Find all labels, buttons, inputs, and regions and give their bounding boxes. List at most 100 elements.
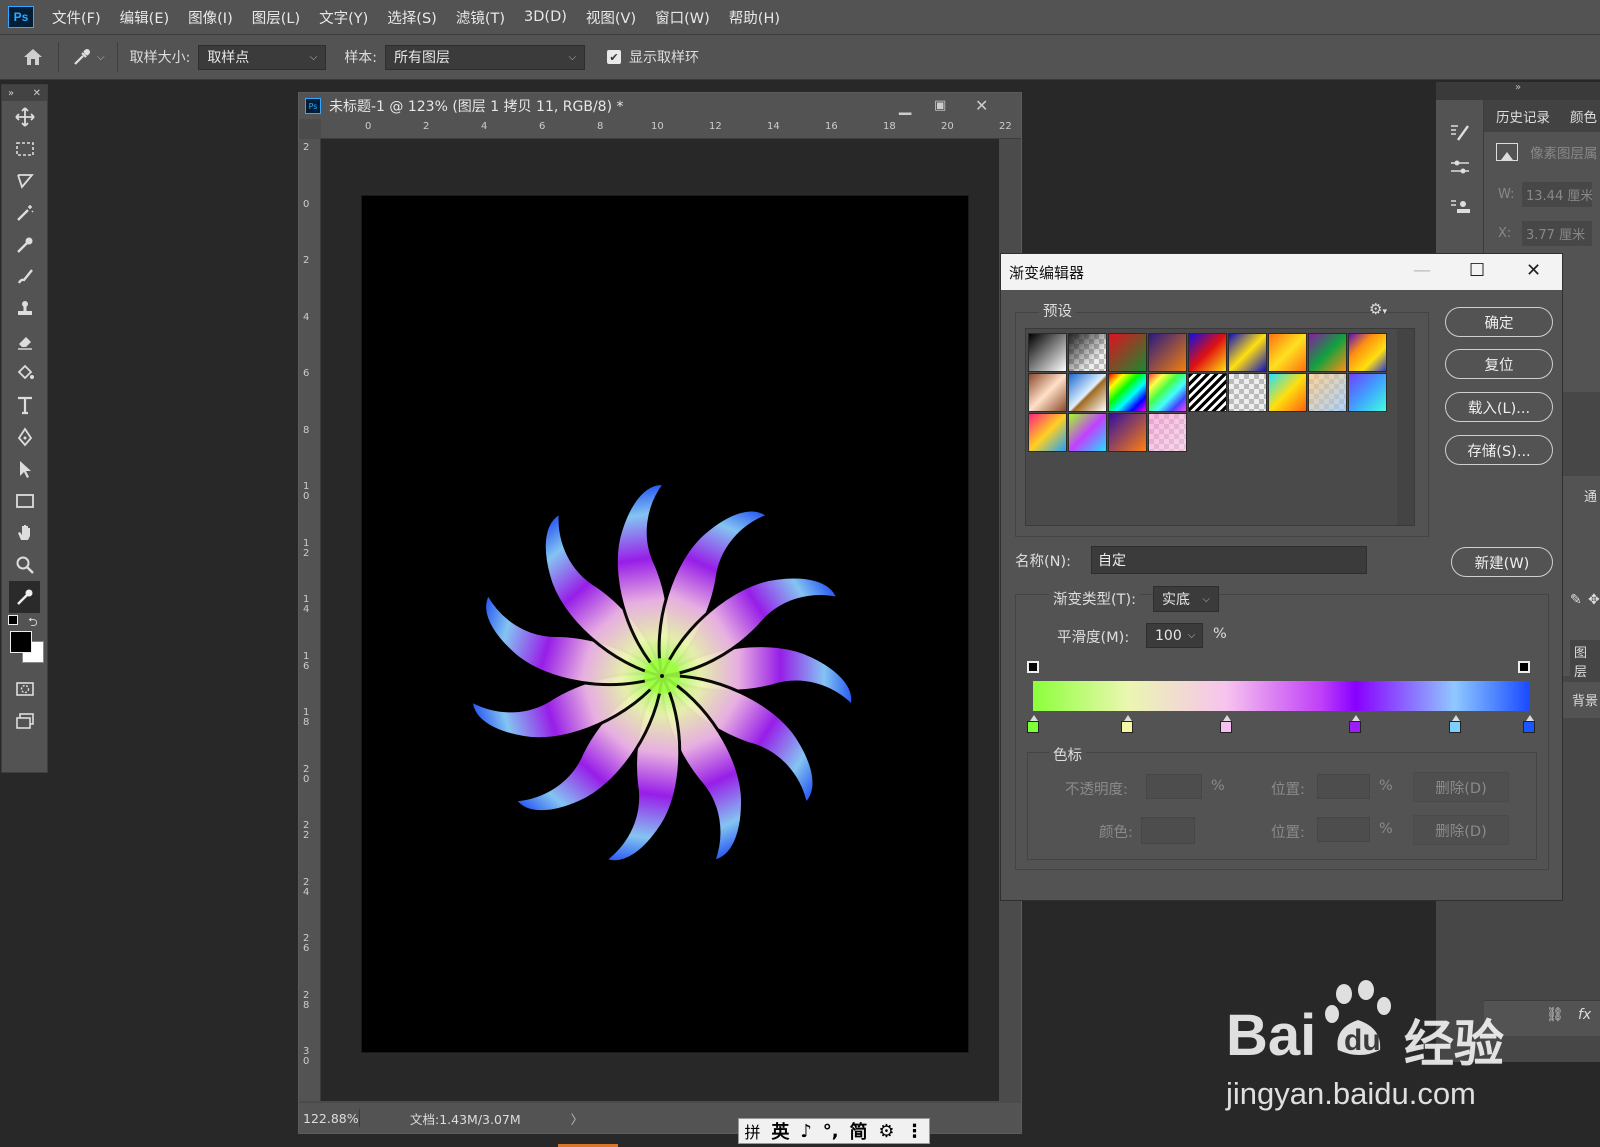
move-tool[interactable] [2, 101, 47, 133]
preset-purple-orange[interactable] [1108, 413, 1147, 452]
close-icon[interactable]: ✕ [975, 96, 988, 115]
preset-pink-checker[interactable] [1148, 413, 1187, 452]
paint-bucket-tool[interactable] [2, 357, 47, 389]
eraser-tool[interactable] [2, 325, 47, 357]
menu-layer[interactable]: 图层(L) [252, 7, 300, 28]
hand-tool[interactable] [2, 517, 47, 549]
brush-icon[interactable]: ✎ [1570, 592, 1582, 608]
x-field[interactable]: 3.77 厘米 [1522, 221, 1592, 246]
color-stop[interactable] [1027, 715, 1039, 733]
eyedropper-tool-active[interactable] [9, 581, 40, 613]
tab-layers[interactable]: 图层 [1570, 640, 1600, 682]
pen-tool[interactable] [2, 421, 47, 453]
panel-collapse-bar[interactable]: » [1436, 82, 1600, 100]
preset-yellow-violet-orange-blue[interactable] [1348, 333, 1387, 372]
color-stop[interactable] [1349, 715, 1362, 733]
close-icon[interactable]: ✕ [1526, 260, 1541, 281]
menu-type[interactable]: 文字(Y) [319, 7, 368, 28]
gear-icon[interactable]: ⚙▾ [1369, 300, 1387, 318]
preset-orange-yellow-orange[interactable] [1268, 333, 1307, 372]
ime-simplified[interactable]: 简 [850, 1118, 868, 1144]
path-select-tool[interactable] [2, 453, 47, 485]
name-field[interactable]: 自定 [1091, 546, 1367, 574]
save-button[interactable]: 存储(S)... [1445, 435, 1553, 465]
status-menu-arrow[interactable]: 〉 [571, 1109, 584, 1128]
brush-tool[interactable] [2, 261, 47, 293]
preset-green-violet[interactable] [1068, 413, 1107, 452]
ime-pinyin[interactable]: 拼 [744, 1119, 760, 1143]
menu-edit[interactable]: 编辑(E) [120, 7, 169, 28]
close-icon[interactable]: ✕ [33, 88, 41, 99]
default-colors-icon[interactable] [8, 615, 18, 625]
move-icon[interactable]: ✥ [1588, 592, 1600, 608]
menu-file[interactable]: 文件(F) [52, 7, 101, 28]
menu-3d[interactable]: 3D(D) [524, 9, 567, 25]
presets-scrollbar[interactable] [1397, 329, 1414, 525]
type-tool[interactable] [2, 389, 47, 421]
menu-filter[interactable]: 滤镜(T) [456, 7, 505, 28]
tab-history[interactable]: 历史记录 [1484, 106, 1550, 126]
menu-view[interactable]: 视图(V) [586, 7, 636, 28]
preset-transparent-stripes[interactable] [1188, 373, 1227, 412]
menu-help[interactable]: 帮助(H) [729, 7, 780, 28]
preset-red-green[interactable] [1108, 333, 1147, 372]
preset-blue-violet-cyan[interactable] [1348, 373, 1387, 412]
magic-wand-tool[interactable] [2, 197, 47, 229]
preset-blue-red-yellow[interactable] [1188, 333, 1227, 372]
marquee-tool[interactable] [2, 133, 47, 165]
restore-icon[interactable]: ▣ [934, 98, 946, 113]
preset-copper[interactable] [1028, 373, 1067, 412]
rectangle-tool[interactable] [2, 485, 47, 517]
preset-blue-yellow-blue[interactable] [1228, 333, 1267, 372]
history-brush-icon[interactable] [1448, 120, 1472, 144]
preset-black-white[interactable] [1028, 333, 1067, 372]
menu-window[interactable]: 窗口(W) [655, 7, 710, 28]
home-icon[interactable] [22, 45, 46, 69]
gradient-type-select[interactable]: 实底 ⌵ [1153, 586, 1219, 612]
stamp-tool[interactable] [2, 293, 47, 325]
tab-channels[interactable]: 通 [1584, 486, 1597, 505]
zoom-level[interactable]: 122.88% [299, 1111, 359, 1126]
menu-select[interactable]: 选择(S) [387, 7, 437, 28]
link-icon[interactable]: ⛓ [1546, 1007, 1564, 1023]
ime-english[interactable]: 英 [771, 1118, 789, 1144]
opacity-stop-right[interactable] [1518, 661, 1530, 673]
ime-moon-icon[interactable]: ♪ [800, 1121, 812, 1142]
color-stop[interactable] [1220, 715, 1233, 733]
load-button[interactable]: 载入(L)... [1445, 392, 1553, 422]
foreground-color-swatch[interactable] [10, 631, 32, 653]
lasso-tool[interactable] [2, 165, 47, 197]
menu-image[interactable]: 图像(I) [188, 7, 233, 28]
minimize-icon[interactable]: ▁ [899, 96, 911, 115]
preset-cyan-yellow[interactable] [1268, 373, 1307, 412]
preset-violet-green-orange[interactable] [1308, 333, 1347, 372]
minimize-icon[interactable]: — [1413, 260, 1431, 281]
preset-transparent-rainbow[interactable] [1148, 373, 1187, 412]
preset-violet-orange[interactable] [1148, 333, 1187, 372]
opacity-stop-left[interactable] [1027, 661, 1039, 673]
color-stop[interactable] [1121, 715, 1134, 733]
show-sampling-ring-checkbox[interactable]: ✔ [607, 50, 622, 64]
adjustments-icon[interactable] [1448, 156, 1472, 180]
gradient-preview-bar[interactable] [1033, 681, 1529, 711]
stamp-presets-icon[interactable] [1448, 196, 1472, 220]
sample-select[interactable]: 所有图层 ⌵ [385, 44, 586, 70]
preset-pink-yellow-blue[interactable] [1028, 413, 1067, 452]
document-tab[interactable]: Ps 未标题-1 @ 123% (图层 1 拷贝 11, RGB/8) * ▁ … [299, 93, 1021, 119]
ok-button[interactable]: 确定 [1445, 307, 1553, 337]
quick-mask-tool[interactable] [2, 673, 47, 705]
tab-color[interactable]: 颜色 [1550, 106, 1597, 126]
image-canvas[interactable] [361, 195, 969, 1053]
preset-spectrum[interactable] [1108, 373, 1147, 412]
collapse-icon[interactable]: » [8, 88, 14, 99]
smoothness-field[interactable]: 100 ⌵ [1146, 623, 1203, 648]
eyedropper-preset-icon[interactable]: ⌵ [71, 46, 105, 68]
width-field[interactable]: 13.44 厘米 [1522, 182, 1592, 207]
preset-black-transparent[interactable] [1068, 333, 1107, 372]
color-stop[interactable] [1523, 715, 1535, 733]
eyedropper-fx-tool[interactable] [2, 229, 47, 261]
ime-punctuation[interactable]: °, [823, 1121, 839, 1142]
preset-pastel-checker[interactable] [1308, 373, 1347, 412]
new-button[interactable]: 新建(W) [1451, 547, 1553, 577]
color-stop[interactable] [1448, 715, 1461, 733]
